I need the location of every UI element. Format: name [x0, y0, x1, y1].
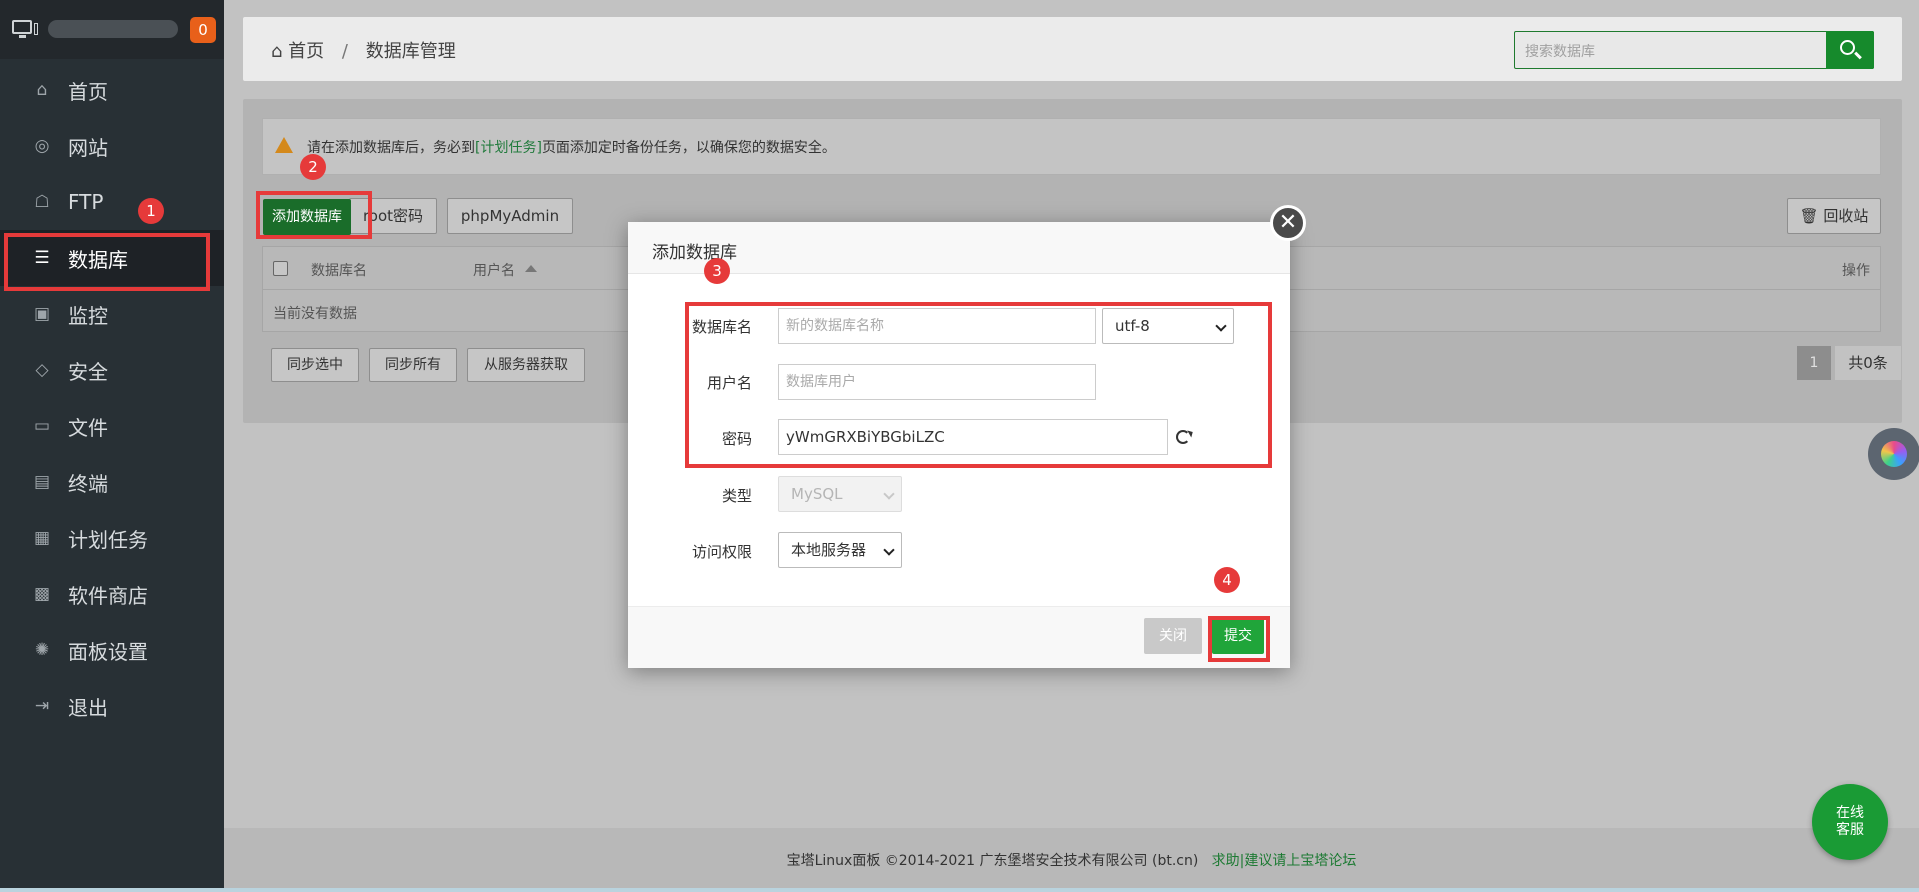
- sidebar-nav: ⌂ 首页 ◎ 网站 ☖ FTP ☰ 数据库 ▣ 监控 ◇ 安全 ▭ 文件 ▤ 终端 ▦ 计划任务 …: [0, 62, 224, 734]
- assistant-icon[interactable]: [1868, 428, 1919, 480]
- sidebar-item-label: 面板设置: [68, 639, 148, 664]
- sidebar-item-logout[interactable]: ⇥ 退出: [0, 678, 224, 734]
- monitor-icon: [12, 20, 38, 40]
- close-button[interactable]: 关闭: [1144, 618, 1202, 654]
- terminal-icon: ▤: [33, 472, 51, 492]
- recycle-bin-button[interactable]: 🗑 回收站: [1787, 198, 1881, 234]
- highlight-box-3: [685, 302, 1272, 468]
- sidebar-item-monitor[interactable]: ▣ 监控: [0, 286, 224, 342]
- header-bar: ⌂ 首页 / 数据库管理 搜索数据库: [243, 17, 1902, 81]
- total-count: 共0条: [1835, 346, 1901, 380]
- select-all-checkbox[interactable]: [273, 261, 288, 276]
- home-icon: ⌂: [271, 41, 283, 62]
- column-operations: 操作: [1842, 263, 1870, 279]
- sidebar-header: 0: [0, 0, 224, 59]
- breadcrumb-home[interactable]: 首页: [288, 41, 324, 62]
- sidebar-item-label: FTP: [68, 190, 104, 214]
- sidebar-item-label: 终端: [68, 471, 108, 496]
- type-select: MySQL: [778, 476, 902, 512]
- empty-row: 当前没有数据: [273, 306, 357, 322]
- access-select[interactable]: 本地服务器: [778, 532, 902, 568]
- sidebar-item-files[interactable]: ▭ 文件: [0, 398, 224, 454]
- column-username[interactable]: 用户名: [473, 260, 515, 280]
- notice-text: 请在添加数据库后，务必到[计划任务]页面添加定时备份任务，以确保您的数据安全。: [307, 140, 836, 156]
- sidebar-item-store[interactable]: ▩ 软件商店: [0, 566, 224, 622]
- search-button[interactable]: [1826, 31, 1874, 69]
- sidebar-item-label: 网站: [68, 135, 108, 160]
- sidebar-item-label: 文件: [68, 415, 108, 440]
- page-number[interactable]: 1: [1797, 346, 1831, 380]
- sidebar-item-security[interactable]: ◇ 安全: [0, 342, 224, 398]
- sidebar-item-settings[interactable]: ✺ 面板设置: [0, 622, 224, 678]
- shield-icon: ◇: [35, 360, 49, 380]
- bottom-border: [0, 888, 1919, 892]
- search-box: 搜索数据库: [1514, 31, 1874, 69]
- sync-all-button[interactable]: 同步所有: [369, 348, 457, 382]
- highlight-box-1: [4, 233, 210, 291]
- ftp-icon: ☖: [34, 192, 50, 212]
- sidebar-item-terminal[interactable]: ▤ 终端: [0, 454, 224, 510]
- sidebar-item-label: 安全: [68, 359, 108, 384]
- breadcrumb: ⌂ 首页 / 数据库管理: [271, 37, 456, 63]
- server-ip-masked: [48, 20, 178, 38]
- backup-notice: 请在添加数据库后，务必到[计划任务]页面添加定时备份任务，以确保您的数据安全。: [262, 118, 1881, 175]
- sidebar-item-label: 计划任务: [68, 527, 148, 552]
- step-number-4: 4: [1214, 567, 1240, 593]
- type-label: 类型: [721, 487, 752, 505]
- apps-icon: ▩: [33, 584, 51, 604]
- online-support-button[interactable]: 在线 客服: [1812, 784, 1888, 860]
- sidebar-item-label: 退出: [68, 695, 108, 720]
- column-db-name[interactable]: 数据库名: [311, 260, 367, 280]
- highlight-box-4: [1208, 616, 1270, 662]
- sidebar-item-label: 软件商店: [68, 583, 148, 608]
- fetch-from-server-button[interactable]: 从服务器获取: [467, 348, 585, 382]
- breadcrumb-current: 数据库管理: [365, 41, 456, 62]
- sidebar-item-crontab[interactable]: ▦ 计划任务: [0, 510, 224, 566]
- chevron-down-icon: [883, 544, 895, 556]
- folder-icon: ▭: [33, 416, 51, 436]
- breadcrumb-separator: /: [341, 41, 348, 62]
- gear-icon: ✺: [34, 640, 50, 660]
- home-icon: ⌂: [36, 80, 48, 100]
- highlight-box-2: [256, 191, 372, 239]
- globe-icon: ◎: [34, 136, 50, 156]
- sidebar-item-label: 监控: [68, 303, 108, 328]
- sidebar-item-home[interactable]: ⌂ 首页: [0, 62, 224, 118]
- sidebar-item-label: 首页: [68, 79, 108, 104]
- step-number-3: 3: [704, 258, 730, 284]
- footer-text: 宝塔Linux面板 ©2014-2021 广东堡塔安全技术有限公司 (bt.cn…: [786, 853, 1357, 869]
- search-input[interactable]: 搜索数据库: [1525, 41, 1595, 61]
- notification-badge[interactable]: 0: [190, 17, 216, 43]
- chevron-down-icon: [883, 488, 895, 500]
- access-label: 访问权限: [691, 543, 752, 561]
- forum-link[interactable]: 求助|建议请上宝塔论坛: [1212, 853, 1357, 869]
- warning-icon: [275, 137, 293, 153]
- logout-icon: ⇥: [34, 696, 50, 716]
- sidebar-item-website[interactable]: ◎ 网站: [0, 118, 224, 174]
- trash-icon: 🗑: [1799, 207, 1819, 225]
- step-number-1: 1: [138, 198, 164, 224]
- step-number-2: 2: [300, 154, 326, 180]
- phpmyadmin-button[interactable]: phpMyAdmin: [447, 198, 573, 234]
- calendar-icon: ▦: [33, 528, 51, 548]
- crontab-link[interactable]: [计划任务]: [475, 140, 542, 156]
- sort-asc-icon[interactable]: [525, 265, 537, 272]
- sidebar: 0 ⌂ 首页 ◎ 网站 ☖ FTP ☰ 数据库 ▣ 监控 ◇ 安全 ▭ 文件 ▤ 终端 ▦ 计划任…: [0, 0, 224, 892]
- sync-selected-button[interactable]: 同步选中: [271, 348, 359, 382]
- footer: 宝塔Linux面板 ©2014-2021 广东堡塔安全技术有限公司 (bt.cn…: [224, 828, 1919, 888]
- close-icon[interactable]: ✕: [1270, 205, 1306, 241]
- monitor-icon: ▣: [33, 304, 51, 324]
- sidebar-item-ftp[interactable]: ☖ FTP: [0, 174, 224, 230]
